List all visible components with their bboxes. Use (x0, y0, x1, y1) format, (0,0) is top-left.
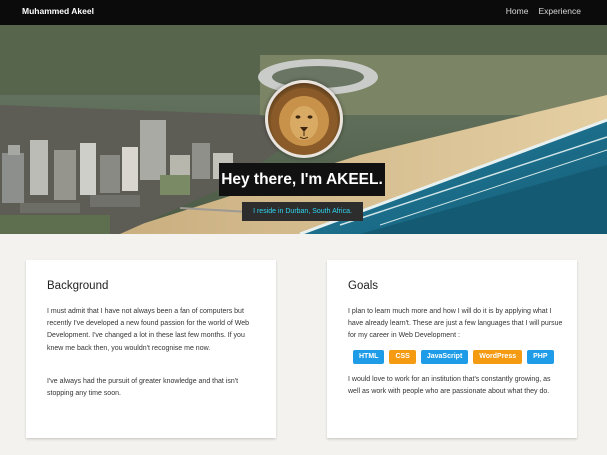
tag-css: CSS (389, 350, 416, 364)
hero-location: I reside in Durban, South Africa. (242, 202, 363, 221)
top-navbar: Muhammed Akeel Home Experience (0, 0, 607, 25)
site-brand[interactable]: Muhammed Akeel (22, 6, 94, 16)
language-tags: HTML CSS JavaScript WordPress PHP (353, 350, 554, 364)
nav-link-home[interactable]: Home (506, 6, 529, 16)
tag-javascript: JavaScript (420, 350, 469, 364)
background-card: Background I must admit that I have not … (26, 260, 276, 438)
goals-title: Goals (348, 280, 379, 292)
nav-link-experience[interactable]: Experience (538, 6, 581, 16)
background-paragraph-2: I've always had the pursuit of greater k… (47, 378, 239, 398)
tag-php: PHP (527, 350, 554, 364)
nav-links: Home Experience (506, 6, 581, 16)
goals-paragraph-1: I plan to learn much more and how I will… (348, 308, 563, 340)
goals-card: Goals I plan to learn much more and how … (327, 260, 577, 438)
hero-headline: Hey there, I'm AKEEL. (219, 163, 385, 196)
lion-avatar (265, 80, 343, 158)
hero-banner: Hey there, I'm AKEEL. I reside in Durban… (0, 25, 607, 234)
tag-html: HTML (353, 350, 385, 364)
lion-face-icon (271, 88, 337, 154)
background-title: Background (47, 280, 109, 292)
goals-paragraph-2: I would love to work for an institution … (348, 376, 551, 396)
tag-wordpress: WordPress (473, 350, 523, 364)
background-paragraph-1: I must admit that I have not always been… (47, 308, 249, 352)
